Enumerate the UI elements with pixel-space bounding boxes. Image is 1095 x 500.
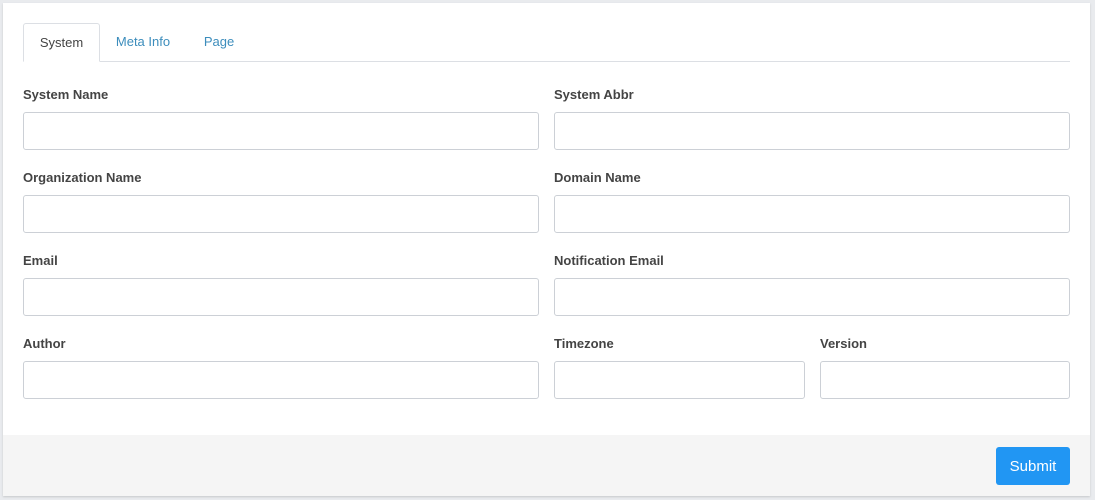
email-input[interactable] bbox=[23, 278, 539, 316]
system-abbr-input[interactable] bbox=[554, 112, 1070, 150]
author-label: Author bbox=[23, 336, 66, 351]
tab-meta-info[interactable]: Meta Info bbox=[105, 23, 181, 61]
notification-email-input[interactable] bbox=[554, 278, 1070, 316]
organization-name-input[interactable] bbox=[23, 195, 539, 233]
timezone-input[interactable] bbox=[554, 361, 805, 399]
domain-name-label: Domain Name bbox=[554, 170, 641, 185]
author-input[interactable] bbox=[23, 361, 539, 399]
tab-bar: System Meta Info Page bbox=[23, 23, 1070, 62]
notification-email-label: Notification Email bbox=[554, 253, 664, 268]
timezone-label: Timezone bbox=[554, 336, 614, 351]
form-footer: Submit bbox=[3, 435, 1090, 496]
system-name-label: System Name bbox=[23, 87, 109, 102]
version-input[interactable] bbox=[820, 361, 1070, 399]
settings-card: System Meta Info Page System Name System… bbox=[3, 3, 1090, 496]
version-label: Version bbox=[820, 336, 867, 351]
submit-button[interactable]: Submit bbox=[996, 447, 1070, 485]
system-abbr-label: System Abbr bbox=[554, 87, 634, 102]
tab-system[interactable]: System bbox=[23, 23, 100, 62]
domain-name-input[interactable] bbox=[554, 195, 1070, 233]
email-label: Email bbox=[23, 253, 58, 268]
organization-name-label: Organization Name bbox=[23, 170, 142, 185]
tab-page[interactable]: Page bbox=[193, 23, 245, 61]
system-name-input[interactable] bbox=[23, 112, 539, 150]
